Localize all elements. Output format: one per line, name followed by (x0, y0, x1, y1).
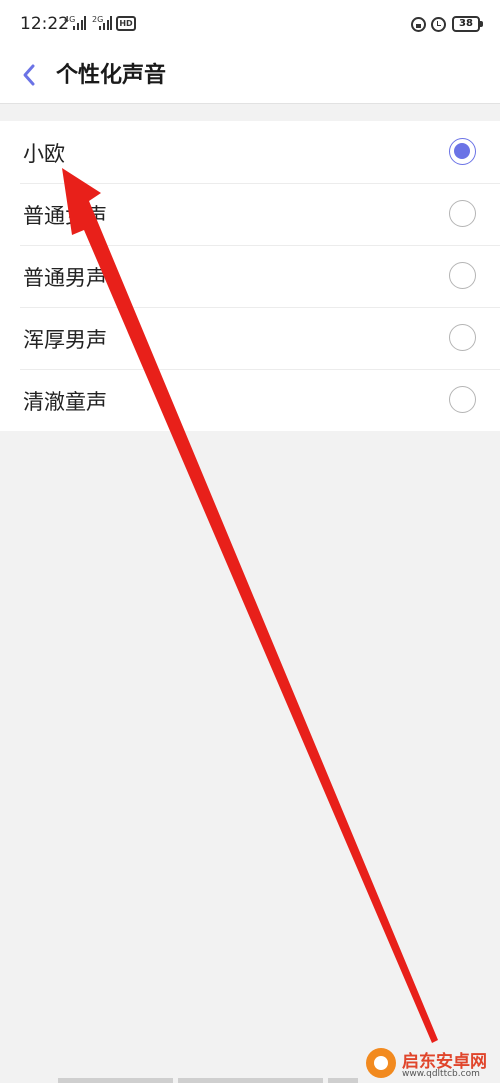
voice-option-label: 普通女声 (23, 204, 107, 228)
signal-icon (73, 16, 86, 30)
radio-unselected[interactable] (449, 262, 476, 289)
voice-option-xiaoou[interactable]: 小欧 (0, 121, 500, 183)
voice-option-label: 小欧 (23, 142, 65, 166)
rotation-lock-icon (411, 17, 426, 32)
voice-option-label: 普通男声 (23, 266, 107, 290)
voice-option-deep-male[interactable]: 浑厚男声 (0, 307, 500, 369)
voice-option-child[interactable]: 清澈童声 (0, 369, 500, 431)
battery-icon: 38 (452, 16, 483, 32)
status-time: 12:22 (20, 14, 69, 34)
watermark: 启东安卓网 www.qdlttcb.com (362, 1042, 500, 1083)
signal-icon-2 (99, 16, 112, 30)
voice-option-normal-male[interactable]: 普通男声 (0, 245, 500, 307)
nav-bar-segment (328, 1078, 358, 1083)
voice-option-list: 小欧 普通女声 普通男声 浑厚男声 清澈童声 (0, 121, 500, 431)
voice-option-normal-female[interactable]: 普通女声 (0, 183, 500, 245)
page-title: 个性化声音 (56, 63, 167, 88)
chevron-left-icon (23, 64, 35, 86)
back-button[interactable] (12, 54, 48, 94)
app-header: 个性化声音 (0, 48, 500, 104)
voice-option-label: 清澈童声 (23, 390, 107, 414)
nav-bar-segment (58, 1078, 173, 1083)
voice-option-label: 浑厚男声 (23, 328, 107, 352)
alarm-icon (431, 17, 446, 32)
watermark-url: www.qdlttcb.com (402, 1069, 480, 1079)
radio-unselected[interactable] (449, 200, 476, 227)
radio-unselected[interactable] (449, 386, 476, 413)
watermark-logo-icon (366, 1048, 396, 1078)
nav-bar-segment (178, 1078, 323, 1083)
hd-icon: HD (116, 16, 136, 31)
radio-selected[interactable] (449, 138, 476, 165)
status-bar: 12:22 4G 2G HD 38 (0, 0, 500, 48)
radio-unselected[interactable] (449, 324, 476, 351)
